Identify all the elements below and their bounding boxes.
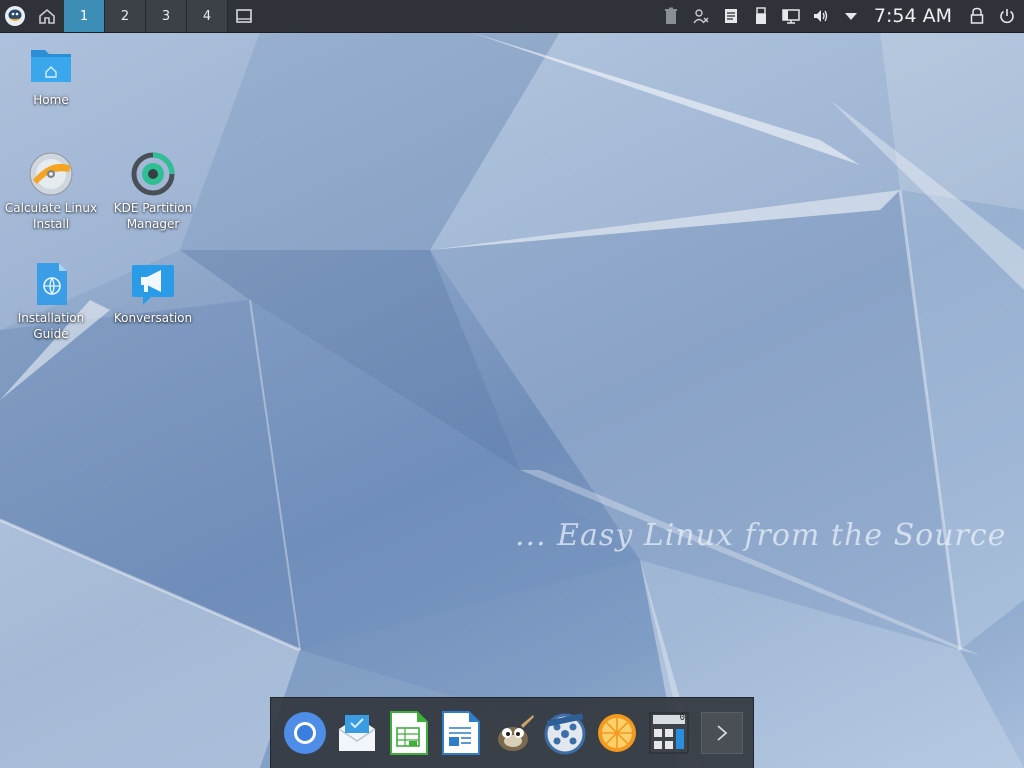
- partition-manager-icon: [131, 152, 175, 196]
- desktop-3-button[interactable]: 3: [146, 0, 187, 32]
- desktop-1-button[interactable]: 1: [64, 0, 105, 32]
- wallpaper-tagline: ... Easy Linux from the Source: [515, 518, 1007, 553]
- mail-client-icon: [338, 715, 376, 751]
- app-launcher-button[interactable]: [0, 0, 30, 32]
- volume-button[interactable]: [806, 0, 836, 32]
- network-person-button[interactable]: [686, 0, 716, 32]
- clipboard-trash-button[interactable]: [656, 0, 686, 32]
- dock-mail-client[interactable]: [335, 708, 379, 758]
- calculate-logo-icon: [5, 6, 25, 26]
- display-network-icon: [782, 9, 800, 24]
- desktop-2-button[interactable]: 2: [105, 0, 146, 32]
- gimp-icon: [498, 715, 534, 751]
- dock-orange-player[interactable]: [595, 708, 639, 758]
- desktop-icon-label: Konversation: [113, 311, 193, 325]
- usb-device-icon: [755, 7, 766, 24]
- home-folder-icon: [31, 50, 71, 82]
- application-dock: 0: [270, 697, 754, 768]
- dock-writer[interactable]: [439, 708, 483, 758]
- desktop-icon-kde-partition-manager[interactable]: KDE Partition Manager: [103, 150, 203, 232]
- volume-icon: [813, 10, 828, 22]
- home-icon: [39, 8, 55, 24]
- dock-spreadsheet[interactable]: [387, 708, 431, 758]
- desktop-icon-label: Installation Guide: [17, 311, 85, 341]
- orange-player-icon: [598, 714, 636, 752]
- dock-chromium[interactable]: [283, 708, 327, 758]
- tray-expand-button[interactable]: [836, 0, 866, 32]
- chevron-right-icon: [717, 725, 728, 741]
- disc-installer-icon: [29, 152, 73, 196]
- power-button[interactable]: [992, 0, 1022, 32]
- notes-icon: [724, 9, 737, 23]
- desktop-4-button[interactable]: 4: [187, 0, 228, 32]
- desktop-icon-label: Home: [33, 93, 69, 107]
- lock-screen-button[interactable]: [962, 0, 992, 32]
- video-editor-icon: [544, 713, 586, 755]
- virtual-desktop-pager: 1 2 3 4: [64, 0, 228, 32]
- top-panel: 1 2 3 4 7:54 AM: [0, 0, 1024, 33]
- desktop-wallpaper: [0, 32, 1024, 768]
- usb-device-button[interactable]: [746, 0, 776, 32]
- calculator-display-value: 0: [679, 713, 685, 723]
- chat-megaphone-icon: [132, 265, 174, 305]
- desktop-icon-konversation[interactable]: Konversation: [103, 260, 203, 326]
- dock-video-editor[interactable]: [543, 708, 587, 758]
- clock[interactable]: 7:54 AM: [866, 0, 962, 32]
- html-document-icon: [37, 263, 67, 305]
- show-desktop-button[interactable]: [228, 0, 260, 32]
- tray-expand-icon: [844, 13, 857, 20]
- clipboard-trash-icon: [664, 7, 677, 24]
- network-person-icon: [693, 9, 709, 24]
- desktop-icon-calculate-install[interactable]: Calculate Linux Install: [1, 150, 101, 232]
- desktop-icon-label: KDE Partition Manager: [113, 201, 193, 231]
- power-icon: [1000, 9, 1014, 24]
- notes-button[interactable]: [716, 0, 746, 32]
- desktop-icon-installation-guide[interactable]: Installation Guide: [1, 260, 101, 342]
- dock-gimp[interactable]: [491, 708, 535, 758]
- home-folder-button[interactable]: [30, 0, 64, 32]
- chromium-icon: [284, 712, 326, 754]
- show-desktop-icon: [236, 9, 252, 23]
- dock-calculator[interactable]: 0: [647, 708, 691, 758]
- display-network-button[interactable]: [776, 0, 806, 32]
- desktop-icon-home[interactable]: Home: [1, 42, 101, 108]
- dock-more-button[interactable]: [701, 712, 743, 754]
- lock-icon: [970, 7, 984, 24]
- spreadsheet-icon: [390, 711, 428, 755]
- desktop-icon-label: Calculate Linux Install: [4, 201, 98, 231]
- writer-icon: [442, 711, 480, 755]
